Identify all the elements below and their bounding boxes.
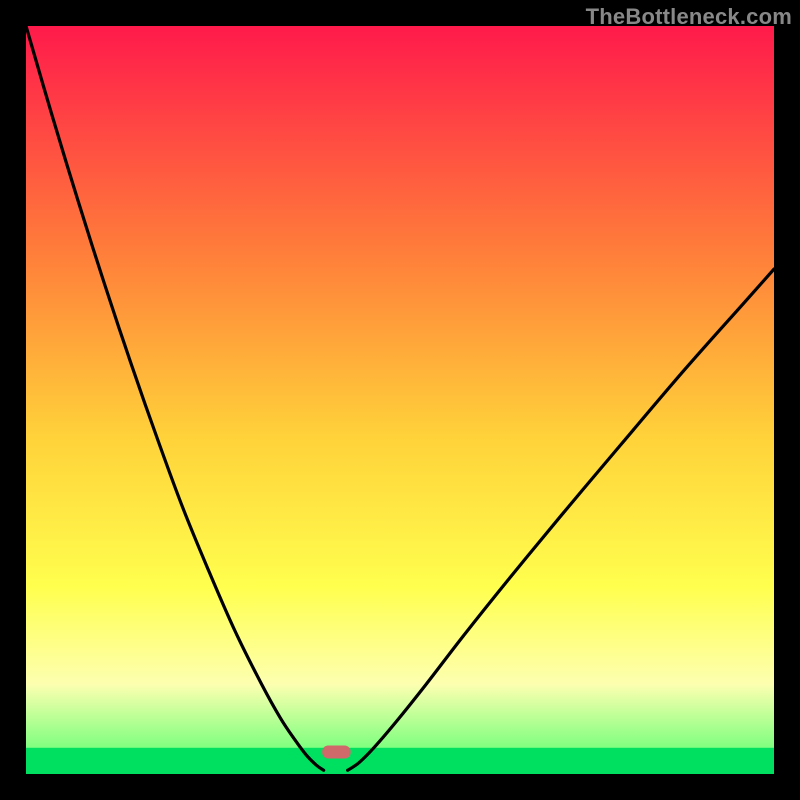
plot-area xyxy=(26,26,774,774)
bottleneck-chart xyxy=(26,26,774,774)
vertex-marker xyxy=(322,746,350,759)
gradient-background xyxy=(26,26,774,774)
watermark-text: TheBottleneck.com xyxy=(586,4,792,30)
green-band xyxy=(26,748,774,774)
chart-frame: TheBottleneck.com xyxy=(0,0,800,800)
